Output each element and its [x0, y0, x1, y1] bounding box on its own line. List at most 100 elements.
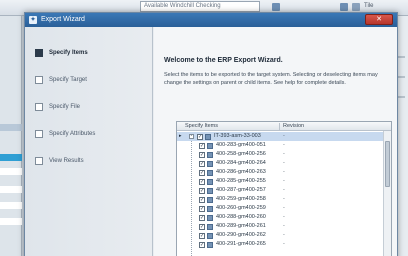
item-revision: -	[283, 151, 285, 157]
background-field[interactable]: Available Windchill Checking	[140, 1, 260, 12]
current-row-arrow-icon: ▸	[179, 133, 182, 139]
step-label: Specify File	[49, 104, 81, 110]
item-name: 400-290-gm400-262	[216, 232, 266, 238]
part-icon	[207, 187, 213, 194]
part-icon	[207, 232, 213, 239]
step-label: Specify Items	[49, 50, 88, 56]
wizard-icon: ✦	[29, 16, 37, 24]
item-checkbox[interactable]: ✓	[199, 232, 205, 239]
item-revision: -	[283, 142, 285, 148]
item-revision: -	[283, 241, 285, 247]
part-icon	[207, 151, 213, 158]
vertical-scrollbar[interactable]	[383, 131, 391, 256]
step-checkbox	[35, 76, 43, 84]
export-wizard-dialog: ✦ Export Wizard ✕ Specify Items Specify …	[24, 12, 398, 256]
part-icon	[207, 169, 213, 176]
step-specify-attributes[interactable]: Specify Attributes	[35, 128, 147, 140]
item-name: 400-291-gm400-265	[216, 241, 266, 247]
part-icon	[207, 142, 213, 149]
steps-panel: Specify Items Specify Target Specify Fil…	[25, 27, 153, 256]
tree-row[interactable]: ✓ 400-259-gm400-258 -	[177, 195, 383, 204]
step-checkbox	[35, 103, 43, 111]
tree-row[interactable]: ✓ 400-290-gm400-262 -	[177, 231, 383, 240]
item-checkbox[interactable]: ✓	[199, 241, 205, 248]
item-name: 400-288-gm400-260	[216, 214, 266, 220]
part-icon	[207, 196, 213, 203]
item-revision: -	[283, 160, 285, 166]
item-name: 400-289-gm400-261	[216, 223, 266, 229]
step-specify-file[interactable]: Specify File	[35, 101, 147, 113]
scrollbar-thumb[interactable]	[385, 141, 390, 187]
tree-row[interactable]: ✓ 400-288-gm400-260 -	[177, 213, 383, 222]
step-checkbox	[35, 49, 43, 57]
item-revision: -	[283, 169, 285, 175]
item-name: 400-284-gm400-264	[216, 160, 266, 166]
item-checkbox[interactable]: ✓	[199, 205, 205, 212]
part-icon	[207, 223, 213, 230]
assembly-icon	[205, 133, 211, 140]
tree-row[interactable]: ✓ 400-291-gm400-265 -	[177, 240, 383, 249]
tree-row[interactable]: ✓ 400-286-gm400-263 -	[177, 168, 383, 177]
item-revision: -	[283, 214, 285, 220]
item-name: 400-260-gm400-259	[216, 205, 266, 211]
item-revision: -	[283, 223, 285, 229]
grid-header: Specify Items Revision	[177, 122, 391, 131]
item-name: 400-286-gm400-263	[216, 169, 266, 175]
item-name: 400-285-gm400-255	[216, 178, 266, 184]
item-name: IT-393-asm-33-003	[214, 133, 261, 139]
content-panel: Welcome to the ERP Export Wizard. Select…	[154, 27, 397, 256]
collapse-icon[interactable]: -	[189, 134, 194, 139]
step-specify-target[interactable]: Specify Target	[35, 74, 147, 86]
item-revision: -	[283, 178, 285, 184]
background-tile-label: Tile	[364, 3, 374, 9]
tree-row[interactable]: ✓ 400-283-gm400-051 -	[177, 141, 383, 150]
step-checkbox	[35, 157, 43, 165]
background-left-panel	[0, 16, 22, 256]
title-bar[interactable]: ✦ Export Wizard ✕	[25, 13, 397, 27]
item-checkbox[interactable]: ✓	[199, 142, 205, 149]
step-checkbox	[35, 130, 43, 138]
item-checkbox[interactable]: ✓	[197, 133, 203, 140]
step-view-results[interactable]: View Results	[35, 155, 147, 167]
part-icon	[207, 205, 213, 212]
tree-row[interactable]: ✓ 400-287-gm400-257 -	[177, 186, 383, 195]
tree-row[interactable]: ✓ 400-258-gm400-256 -	[177, 150, 383, 159]
item-checkbox[interactable]: ✓	[199, 223, 205, 230]
items-tree-grid: Specify Items Revision ▸ - ✓ IT-393-asm-…	[176, 121, 392, 256]
wizard-heading: Welcome to the ERP Export Wizard.	[164, 57, 283, 64]
column-header-items[interactable]: Specify Items	[185, 122, 218, 131]
item-checkbox[interactable]: ✓	[199, 214, 205, 221]
step-label: Specify Attributes	[49, 131, 96, 137]
part-icon	[207, 241, 213, 248]
item-checkbox[interactable]: ✓	[199, 169, 205, 176]
item-checkbox[interactable]: ✓	[199, 196, 205, 203]
window-title: Export Wizard	[41, 16, 85, 23]
tree-row[interactable]: ✓ 400-284-gm400-264 -	[177, 159, 383, 168]
item-revision: -	[283, 196, 285, 202]
wizard-description: Select the items to be exported to the t…	[164, 72, 378, 86]
item-name: 400-287-gm400-257	[216, 187, 266, 193]
background-tile-icon[interactable]	[340, 3, 348, 11]
item-checkbox[interactable]: ✓	[199, 151, 205, 158]
close-button[interactable]: ✕	[365, 14, 393, 25]
item-revision: -	[283, 133, 285, 139]
item-checkbox[interactable]: ✓	[199, 160, 205, 167]
item-name: 400-258-gm400-256	[216, 151, 266, 157]
tree-row[interactable]: ✓ 400-260-gm400-259 -	[177, 204, 383, 213]
item-revision: -	[283, 205, 285, 211]
item-checkbox[interactable]: ✓	[199, 187, 205, 194]
step-label: View Results	[49, 158, 84, 164]
item-checkbox[interactable]: ✓	[199, 178, 205, 185]
step-specify-items[interactable]: Specify Items	[35, 47, 147, 59]
tree-row[interactable]: ✓ 400-289-gm400-261 -	[177, 222, 383, 231]
part-icon	[207, 178, 213, 185]
item-name: 400-259-gm400-258	[216, 196, 266, 202]
column-header-revision[interactable]: Revision	[283, 122, 304, 131]
tree-row[interactable]: ✓ 400-285-gm400-255 -	[177, 177, 383, 186]
part-icon	[207, 214, 213, 221]
item-name: 400-283-gm400-051	[216, 142, 266, 148]
part-icon	[207, 160, 213, 167]
tree-row-root[interactable]: ▸ - ✓ IT-393-asm-33-003 -	[177, 132, 383, 141]
background-toolbar-icon[interactable]	[272, 3, 280, 11]
background-grid-icon[interactable]	[352, 3, 360, 11]
